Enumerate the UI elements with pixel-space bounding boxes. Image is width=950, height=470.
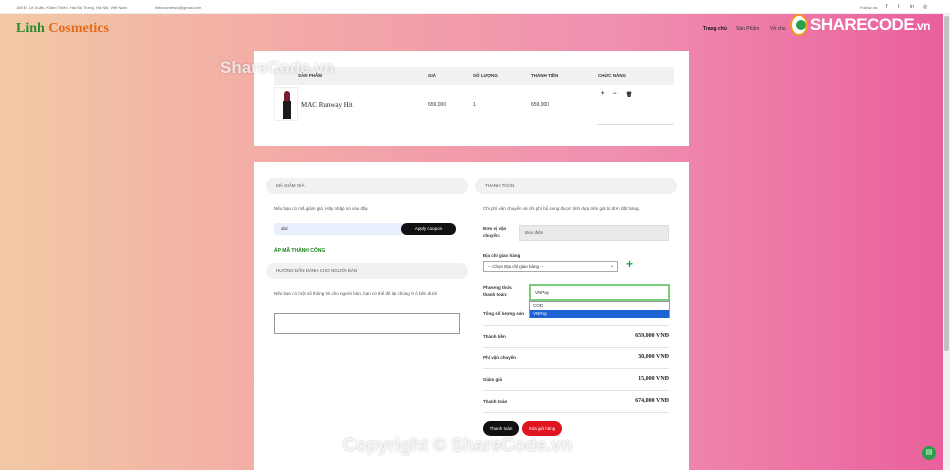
decrease-qty-button[interactable]: − [613,91,617,97]
trash-icon[interactable]: 🗑 [626,92,632,98]
nav-item-products[interactable]: Sản Phẩm [736,26,759,32]
facebook-icon[interactable]: f [886,4,887,10]
brand-logo[interactable]: Linh Cosmetics [16,21,109,37]
coupon-title: Mã giảm giá [266,178,468,194]
discount-value: 15,000 VNĐ [638,376,669,382]
seller-note-textarea[interactable] [274,313,460,334]
add-address-icon[interactable]: + [626,258,633,270]
coupon-button-label: Apply coupon [414,226,443,231]
grand-total-value: 674,000 VNĐ [635,398,669,404]
shipper-label: Đơn vị vận chuyển: [483,226,507,238]
logo-text: SHARECODE [810,15,915,34]
payment-select[interactable]: VNPay [529,284,670,301]
shipping-note: Chi phí vận chuyển và chi phí bổ sung đư… [483,206,640,211]
checkout-card: Mã giảm giá Nếu bạn có mã giảm giá ,Hãy … [254,162,689,470]
payment-dropdown: COD VNPay [529,301,670,318]
coupon-success-message: Áp mã thành công [274,248,326,254]
nav-item-home[interactable]: Trang chủ [703,26,727,32]
scrollbar-thumb[interactable] [944,16,949,351]
product-image[interactable] [274,87,298,121]
checkout-button[interactable]: Thanh toán [483,421,519,436]
sharecode-logo: SHARECODE.vn [790,12,930,38]
chevron-down-icon: ⌄ [609,263,614,269]
address-placeholder: -- Chọn Địa chỉ giao hàng -- [488,264,544,269]
product-total: 659,000 [531,102,550,108]
instagram-icon[interactable]: ◎ [923,4,927,10]
product-name[interactable]: MAC Runway Hit [301,101,353,109]
chat-icon[interactable]: ▤ [922,446,936,460]
header-total: Thành tiền [531,73,559,78]
header-qty: Số lượng [473,73,498,78]
discount-label: Giảm giá [483,377,503,382]
twitter-icon[interactable]: t [898,4,899,10]
shipping-fee-value: 30,000 VNĐ [638,354,669,360]
nav-item-about[interactable]: Về chú [770,26,786,32]
address-label: Địa chỉ giao hàng [483,253,521,258]
seller-note-hint: Nếu bạn có một số thông tin cho người bá… [274,291,438,296]
watermark-text: ShareCode.vn [220,58,335,77]
linkedin-icon[interactable]: in [910,4,914,10]
address-text: 158 Đ. Lê Duẩn, Khâm Thiên, Hai Bà Trưng… [16,5,127,10]
seller-note-title: Hướng dẫn dành cho người bán [266,263,468,279]
increase-qty-button[interactable]: + [601,91,605,97]
clear-cart-button[interactable]: Xóa giỏ hàng [522,421,562,436]
product-price: 659,000 [428,102,447,108]
follow-label: Follow us: [860,5,879,10]
brand-part2: Cosmetics [48,21,109,36]
subtotal-label: Thành tiền [483,334,506,339]
row-divider [597,124,674,125]
copyright-watermark: Copyright © ShareCode.vn [343,435,573,455]
sharecode-logo-icon [790,14,809,36]
apply-coupon-button[interactable]: Apply coupon [401,223,456,235]
header-actions: Chức năng [598,73,626,78]
shipper-field: Bưu điện [519,225,669,241]
header-price: Giá [428,73,437,78]
address-select[interactable]: -- Chọn Địa chỉ giao hàng -- ⌄ [483,261,618,272]
email-text: linhcosmetics@gmail.com [155,5,202,10]
payment-label: Phương thức thanh toán: [483,285,512,297]
payment-option-cod[interactable]: COD [530,302,669,310]
qty-summary-label: Tổng số lượng sản [483,311,524,316]
product-qty: 1 [473,102,476,108]
shipping-fee-label: Phí vận chuyển [483,355,517,360]
brand-part1: Linh [16,21,45,36]
coupon-hint: Nếu bạn có mã giảm giá ,Hãy nhập nó vào … [274,206,368,211]
payment-option-vnpay[interactable]: VNPay [530,310,669,318]
subtotal-value: 659,000 VNĐ [635,333,669,339]
grand-total-label: Thanh toán [483,399,508,404]
checkout-title: Thanh toán [475,178,677,194]
logo-suffix: .vn [914,19,930,33]
